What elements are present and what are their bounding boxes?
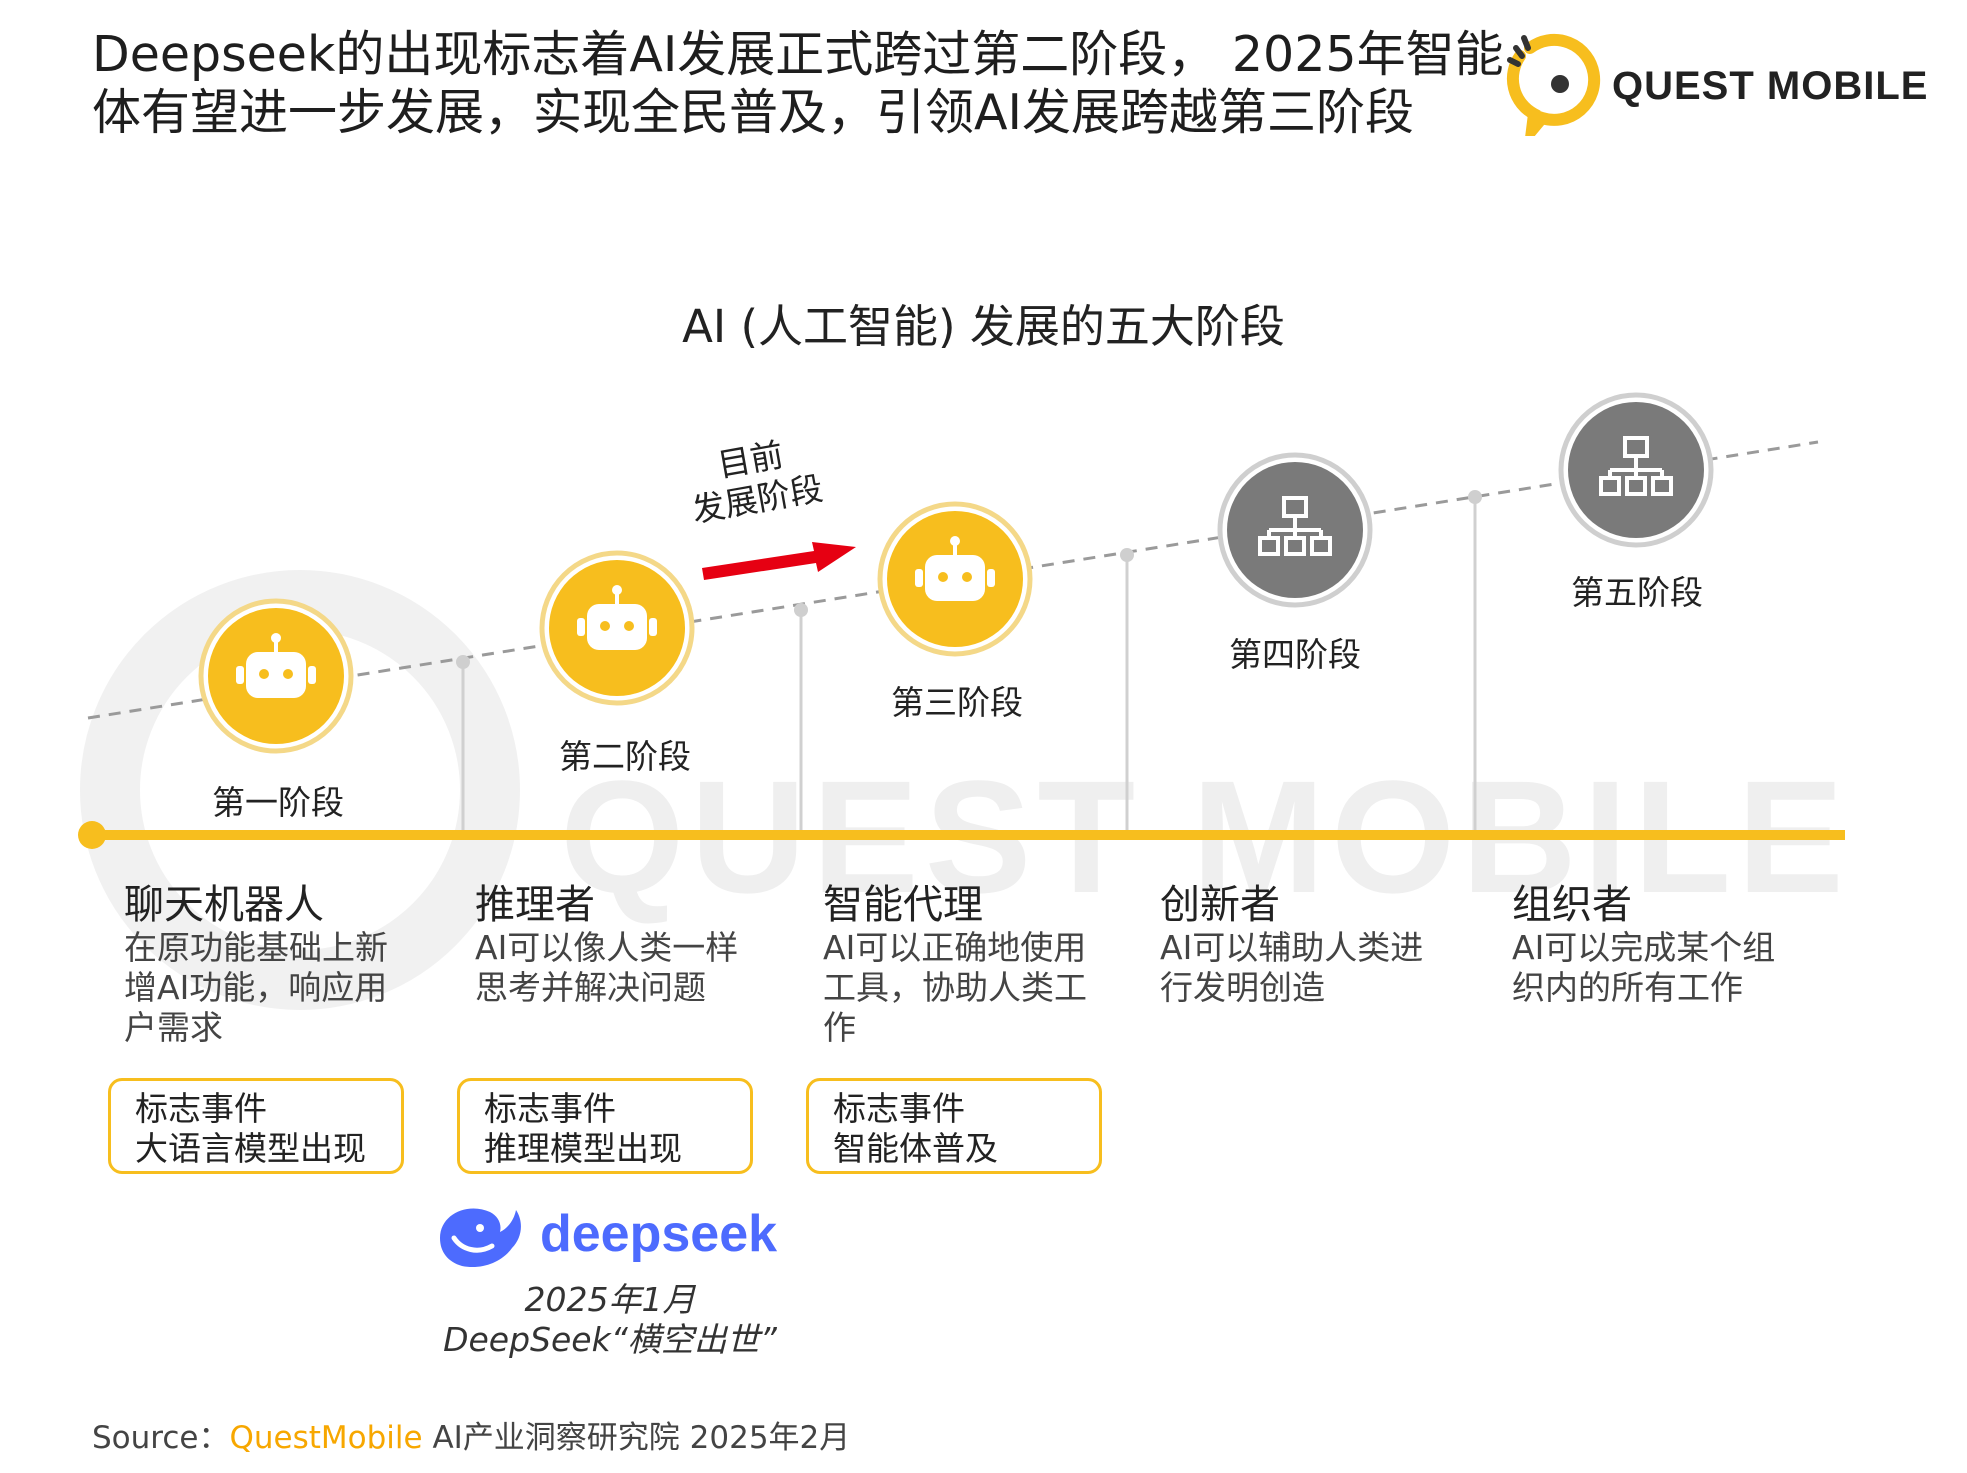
timeline-start-dot	[78, 821, 106, 849]
source-rest: AI产业洞察研究院 2025年2月	[422, 1420, 851, 1456]
milestone-box-1: 标志事件 大语言模型出现	[108, 1078, 404, 1174]
source-brand: QuestMobile	[229, 1420, 423, 1456]
deepseek-caption: DeepSeek“横空出世”	[443, 1320, 777, 1359]
stage-name-5: 组织者	[1512, 882, 1632, 928]
connector-dot-1	[456, 655, 470, 669]
milestone-title-1: 标志事件	[135, 1089, 267, 1128]
connector-dot-4	[1468, 490, 1482, 504]
milestone-text-2: 推理模型出现	[484, 1129, 682, 1168]
stage-label-2: 第二阶段	[559, 737, 691, 776]
source-line: Source：QuestMobile AI产业洞察研究院 2025年2月	[92, 1412, 850, 1457]
stage-node-2	[539, 550, 695, 706]
deepseek-date: 2025年1月	[524, 1280, 696, 1319]
stage-desc-1: 在原功能基础上新增AI功能，响应用户需求	[124, 928, 388, 1047]
stage-label-1: 第一阶段	[212, 783, 344, 822]
stage-label-4: 第四阶段	[1229, 635, 1361, 674]
connector-dot-3	[1120, 548, 1134, 562]
whale-icon	[440, 1208, 521, 1268]
stage-desc-4: AI可以辅助人类进行发明创造	[1160, 928, 1424, 1007]
stage-node-3	[877, 501, 1033, 657]
stage-name-1: 聊天机器人	[124, 882, 324, 928]
stage-label-5: 第五阶段	[1571, 573, 1703, 612]
milestone-text-1: 大语言模型出现	[135, 1129, 366, 1168]
milestone-box-3: 标志事件 智能体普及	[806, 1078, 1102, 1174]
stage-desc-2: AI可以像人类一样思考并解决问题	[475, 928, 739, 1007]
stage-node-4	[1217, 452, 1373, 608]
stage-name-2: 推理者	[475, 882, 595, 928]
milestone-box-2: 标志事件 推理模型出现	[457, 1078, 753, 1174]
stage-node-1	[198, 598, 354, 754]
milestone-title-3: 标志事件	[833, 1089, 965, 1128]
connector-dot-2	[794, 603, 808, 617]
stage-desc-5: AI可以完成某个组织内的所有工作	[1512, 928, 1776, 1007]
current-stage-arrow	[702, 542, 856, 580]
stage-desc-3: AI可以正确地使用工具，协助人类工作	[823, 928, 1087, 1047]
milestone-title-2: 标志事件	[484, 1089, 616, 1128]
milestone-text-3: 智能体普及	[833, 1129, 998, 1168]
deepseek-logo: deepseek	[432, 1198, 792, 1278]
source-prefix: Source：	[92, 1420, 230, 1456]
timeline-graphic	[78, 392, 1845, 1010]
stage-name-4: 创新者	[1160, 882, 1280, 928]
stage-name-3: 智能代理	[823, 882, 983, 928]
deepseek-wordmark: deepseek	[540, 1205, 778, 1263]
stage-label-3: 第三阶段	[891, 683, 1023, 722]
stage-node-5	[1558, 392, 1714, 548]
